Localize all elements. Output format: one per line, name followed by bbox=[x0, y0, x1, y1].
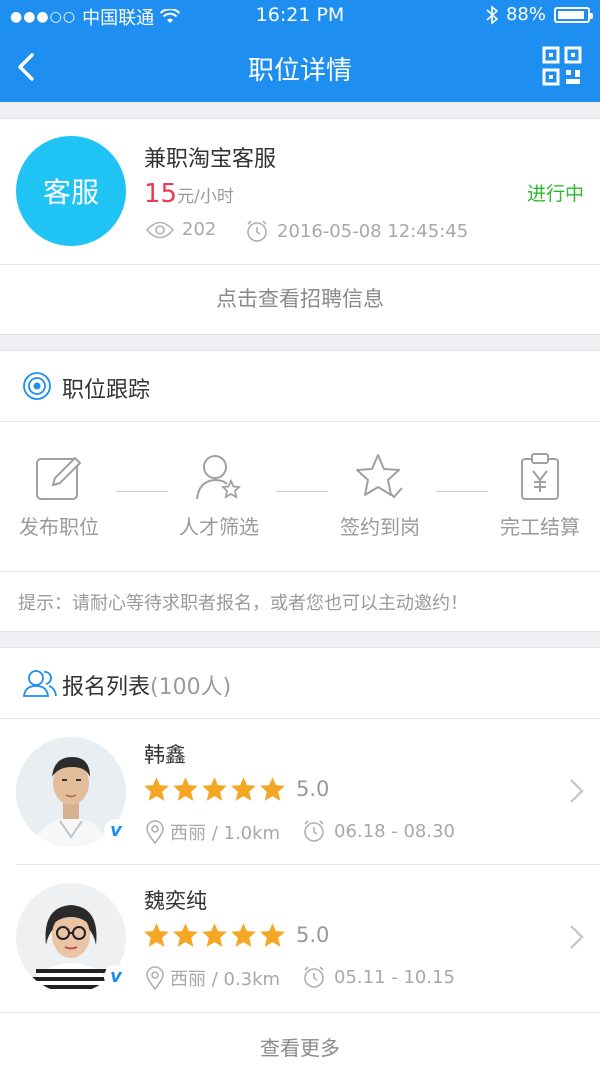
nav-bar: 职位详情 bbox=[0, 32, 600, 102]
signup-title: 报名列表(100人) bbox=[62, 669, 231, 701]
step-screening: 人才筛选 bbox=[154, 451, 284, 540]
rating-score: 5.0 bbox=[296, 923, 330, 947]
location: 西丽 / 0.3km bbox=[146, 965, 280, 991]
page-title: 职位详情 bbox=[247, 56, 352, 86]
clipboard-yen-icon bbox=[521, 453, 559, 500]
alarm-clock-icon bbox=[304, 966, 324, 988]
location-text: 西丽 / 0.3km bbox=[170, 969, 281, 990]
chevron-right-icon bbox=[570, 925, 584, 949]
list-item[interactable]: v 魏奕纯 5.0 西丽 / 0.3km 05.11 - 10.15 bbox=[0, 865, 600, 1011]
star-icon bbox=[144, 777, 169, 801]
step-label: 发布职位 bbox=[19, 515, 99, 539]
signup-header: 报名列表(100人) bbox=[0, 648, 600, 718]
location: 西丽 / 1.0km bbox=[146, 819, 280, 845]
app-header: ●●●○○ 中国联通 16:21 PM 88% 职位详情 bbox=[0, 0, 600, 102]
divider bbox=[0, 571, 600, 572]
signup-list-card: 报名列表(100人) v 韩鑫 5.0 西丽 / 1.0km 06.18 - 0… bbox=[0, 647, 600, 1067]
step-signed: 签约到岗 bbox=[315, 451, 445, 540]
tip-text: 提示：请耐心等待求职者报名，或者您也可以主动邀约！ bbox=[18, 593, 468, 614]
signup-count: (100人) bbox=[150, 675, 232, 700]
step-label: 人才筛选 bbox=[179, 515, 259, 539]
status-bar: ●●●○○ 中国联通 16:21 PM 88% bbox=[0, 0, 600, 32]
star-icon bbox=[231, 923, 256, 947]
tracking-header: 职位跟踪 bbox=[0, 351, 600, 421]
period-text: 05.11 - 10.15 bbox=[334, 966, 455, 988]
applicant-name: 韩鑫 bbox=[144, 743, 186, 767]
eye-icon bbox=[146, 221, 174, 238]
job-card: 客服 兼职淘宝客服 15元/小时 进行中 202 2016-05-08 12:4… bbox=[0, 118, 600, 335]
qr-code-icon[interactable] bbox=[542, 46, 582, 86]
rating-stars: 5.0 bbox=[143, 922, 329, 948]
alarm-clock-icon bbox=[304, 820, 324, 842]
availability: 06.18 - 08.30 bbox=[302, 819, 455, 843]
divider bbox=[0, 264, 600, 265]
star-icon bbox=[173, 777, 198, 801]
availability: 05.11 - 10.15 bbox=[302, 965, 455, 989]
step-label: 完工结算 bbox=[500, 515, 580, 539]
step-label: 签约到岗 bbox=[340, 515, 420, 539]
star-icon bbox=[144, 923, 169, 947]
applicant-name: 魏奕纯 bbox=[144, 889, 207, 913]
step-publish: 发布职位 bbox=[0, 451, 124, 540]
verified-badge-icon: v bbox=[104, 819, 128, 843]
rating-score: 5.0 bbox=[296, 777, 330, 801]
alarm-clock-icon bbox=[247, 220, 267, 242]
star-icon bbox=[173, 923, 198, 947]
user-star-icon bbox=[196, 455, 241, 500]
tracking-title: 职位跟踪 bbox=[62, 378, 151, 403]
star-icon bbox=[202, 923, 227, 947]
view-count: 202 bbox=[146, 219, 216, 240]
location-pin-icon bbox=[146, 966, 164, 990]
divider bbox=[0, 421, 600, 422]
location-pin-icon bbox=[146, 820, 164, 844]
location-text: 西丽 / 1.0km bbox=[170, 823, 281, 844]
bluetooth-icon bbox=[486, 4, 498, 25]
step-settlement: 完工结算 bbox=[475, 451, 600, 540]
star-icon bbox=[260, 777, 285, 801]
verified-badge-icon: v bbox=[104, 965, 128, 989]
post-time: 2016-05-08 12:45:45 bbox=[245, 219, 468, 243]
price-unit: 元/小时 bbox=[177, 187, 234, 207]
job-title: 兼职淘宝客服 bbox=[144, 147, 277, 172]
job-price: 15元/小时 bbox=[144, 179, 234, 209]
battery-icon bbox=[554, 6, 593, 23]
list-item[interactable]: v 韩鑫 5.0 西丽 / 1.0km 06.18 - 08.30 bbox=[0, 719, 600, 865]
divider bbox=[0, 1012, 600, 1013]
status-right: 88% bbox=[486, 4, 593, 25]
star-icon bbox=[202, 777, 227, 801]
datetime-value: 2016-05-08 12:45:45 bbox=[277, 220, 469, 242]
view-more-button[interactable]: 查看更多 bbox=[0, 1032, 600, 1061]
view-recruitment-link[interactable]: 点击查看招聘信息 bbox=[0, 283, 600, 313]
star-check-icon bbox=[356, 454, 403, 499]
chevron-right-icon bbox=[570, 779, 584, 803]
target-icon bbox=[23, 372, 51, 400]
status-badge: 进行中 bbox=[526, 183, 584, 205]
views-value: 202 bbox=[182, 219, 217, 240]
battery-percent: 88% bbox=[505, 4, 546, 25]
rating-stars: 5.0 bbox=[143, 776, 329, 802]
job-avatar: 客服 bbox=[16, 136, 126, 246]
price-value: 15 bbox=[144, 179, 178, 209]
tracking-card: 职位跟踪 发布职位 人才筛选 签约到岗 完工结算 提示：请耐心等待求职者报名，或… bbox=[0, 350, 600, 632]
users-icon bbox=[23, 670, 57, 697]
star-icon bbox=[260, 923, 285, 947]
star-icon bbox=[231, 777, 256, 801]
edit-icon bbox=[36, 456, 82, 500]
signup-title-text: 报名列表 bbox=[62, 675, 151, 700]
tracking-steps: 发布职位 人才筛选 签约到岗 完工结算 bbox=[0, 451, 600, 551]
period-text: 06.18 - 08.30 bbox=[334, 820, 455, 842]
